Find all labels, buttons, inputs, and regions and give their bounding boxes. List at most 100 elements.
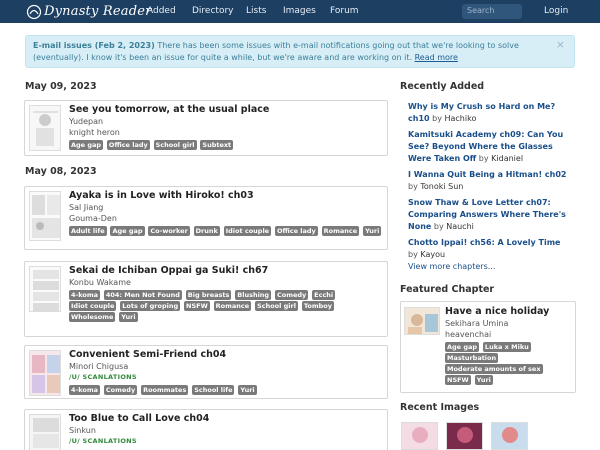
tag-badge[interactable]: Office lady	[106, 140, 150, 150]
alert-read-more-link[interactable]: Read more	[415, 53, 458, 62]
cover-art-icon	[30, 192, 60, 240]
cover-art-icon	[30, 267, 60, 311]
nav-forum[interactable]: Forum	[330, 6, 359, 16]
recent-image-thumbnail[interactable]	[401, 422, 438, 450]
scanlator-logo[interactable]: /U/ SCANLATIONS	[69, 372, 383, 383]
author-name[interactable]: Sekihara Umina	[445, 318, 572, 329]
release-title-link[interactable]: Sekai de Ichiban Oppai ga Suki! ch67	[69, 265, 268, 276]
recent-image-thumbnail[interactable]	[491, 422, 528, 450]
cover-thumbnail[interactable]	[29, 105, 61, 151]
featured-thumbnail[interactable]	[404, 307, 440, 335]
nav-lists[interactable]: Lists	[246, 6, 266, 16]
tag-badge[interactable]: Ecchi	[312, 290, 336, 300]
tag-badge[interactable]: Comedy	[274, 290, 309, 300]
author-name[interactable]: Sal Jiang	[69, 202, 383, 213]
tag-badge[interactable]: Wholesome	[69, 312, 116, 322]
tag-badge[interactable]: Comedy	[103, 385, 138, 395]
release-title-link[interactable]: Too Blue to Call Love ch04	[69, 413, 209, 424]
release-card[interactable]: Convenient Semi-Friend ch04 Minori Chigu…	[24, 345, 388, 399]
tag-badge[interactable]: School girl	[153, 140, 197, 150]
chapter-link[interactable]: I Wanna Quit Being a Hitman! ch02	[408, 170, 566, 179]
tag-badge[interactable]: Yuri	[119, 312, 138, 322]
tag-badge[interactable]: Tomboy	[301, 301, 334, 311]
tag-badge[interactable]: Age gap	[69, 140, 104, 150]
author-link[interactable]: Kidaniel	[491, 154, 523, 163]
tag-badge[interactable]: Age gap	[110, 226, 145, 236]
featured-chapter-card[interactable]: Have a nice holiday Sekihara Umina heave…	[400, 301, 576, 393]
tag-badge[interactable]: Lots of groping	[120, 301, 181, 311]
tag-badge[interactable]: Subtext	[200, 140, 234, 150]
scanlator-logo[interactable]: /U/ SCANLATIONS	[69, 436, 383, 447]
scanlator-name[interactable]: Gouma-Den	[69, 213, 383, 224]
tag-badge[interactable]: Blushing	[235, 290, 272, 300]
recent-image-thumbnail[interactable]	[446, 422, 483, 450]
nav-directory[interactable]: Directory	[192, 6, 233, 16]
tag-badge[interactable]: Co-worker	[148, 226, 190, 236]
author-link[interactable]: Nauchi	[446, 222, 474, 231]
by-label: by	[408, 182, 418, 191]
author-name[interactable]: Konbu Wakame	[69, 277, 383, 288]
tag-badge[interactable]: Yuri	[474, 375, 493, 385]
tag-badge[interactable]: 4-koma	[69, 290, 100, 300]
tag-badge[interactable]: 4-koma	[69, 385, 100, 395]
tag-badge[interactable]: Luka x Miku	[482, 342, 531, 352]
by-label: by	[433, 222, 444, 231]
release-title-link[interactable]: See you tomorrow, at the usual place	[69, 104, 269, 115]
tag-badge[interactable]: Office lady	[274, 226, 318, 236]
tag-badge[interactable]: 404: Men Not Found	[103, 290, 182, 300]
nav-images[interactable]: Images	[283, 6, 316, 16]
tag-badge[interactable]: Age gap	[445, 342, 480, 352]
tag-badge[interactable]: Adult life	[69, 226, 107, 236]
search-input[interactable]: Search	[462, 4, 522, 19]
login-link[interactable]: Login	[544, 6, 568, 16]
tag-badge[interactable]: Idiot couple	[69, 301, 117, 311]
tag-badge[interactable]: NSFW	[445, 375, 471, 385]
release-card[interactable]: See you tomorrow, at the usual place Yud…	[24, 100, 388, 156]
tag-badge[interactable]: Masturbation	[445, 353, 499, 363]
cover-thumbnail[interactable]	[29, 350, 61, 396]
tag-badge[interactable]: NSFW	[184, 301, 210, 311]
author-name[interactable]: Yudepan	[69, 116, 383, 127]
author-link[interactable]: Kayou	[420, 250, 445, 259]
release-card[interactable]: Too Blue to Call Love ch04 Sinkun /U/ SC…	[24, 409, 388, 450]
list-item: I Wanna Quit Being a Hitman! ch02 by Ton…	[408, 169, 568, 193]
scanlator-name[interactable]: knight heron	[69, 127, 383, 138]
chapter-link[interactable]: Why is My Crush so Hard on Me? ch10	[408, 102, 555, 123]
release-title-link[interactable]: Ayaka is in Love with Hiroko! ch03	[69, 190, 254, 201]
brand-logo[interactable]: Dynasty Reader	[26, 2, 152, 21]
tag-badge[interactable]: Romance	[321, 226, 360, 236]
chapter-link[interactable]: Chotto Ippai! ch56: A Lovely Time	[408, 238, 560, 247]
tag-badge[interactable]: Idiot couple	[223, 226, 272, 236]
author-link[interactable]: Hachiko	[444, 114, 476, 123]
chapter-link[interactable]: Snow Thaw & Love Letter ch07: Comparing …	[408, 198, 566, 231]
brand-name: Dynasty Reader	[44, 4, 152, 19]
release-title-link[interactable]: Convenient Semi-Friend ch04	[69, 349, 226, 360]
nav-added[interactable]: Added	[147, 6, 176, 16]
tag-badge[interactable]: Romance	[213, 301, 252, 311]
view-more-chapters-link[interactable]: View more chapters...	[408, 262, 495, 271]
featured-title-link[interactable]: Have a nice holiday	[445, 306, 549, 317]
scanlator-name[interactable]: heavenchai	[445, 329, 572, 340]
date-heading: May 09, 2023	[25, 81, 97, 92]
tag-badge[interactable]: School girl	[255, 301, 298, 311]
cover-thumbnail[interactable]	[29, 191, 61, 241]
tag-badge[interactable]: Moderate amounts of sex	[445, 364, 543, 374]
by-label: by	[408, 250, 418, 259]
author-link[interactable]: Tonoki Sun	[420, 182, 463, 191]
tag-badge[interactable]: Roommates	[141, 385, 189, 395]
cover-thumbnail[interactable]	[29, 414, 61, 450]
release-card[interactable]: Sekai de Ichiban Oppai ga Suki! ch67 Kon…	[24, 261, 388, 337]
release-card[interactable]: Ayaka is in Love with Hiroko! ch03 Sal J…	[24, 186, 388, 250]
tag-badge[interactable]: Drunk	[193, 226, 220, 236]
recently-added-heading: Recently Added	[400, 81, 485, 92]
cover-thumbnail[interactable]	[29, 266, 61, 312]
tag-badge[interactable]: Yuri	[238, 385, 257, 395]
author-name[interactable]: Minori Chigusa	[69, 361, 383, 372]
close-icon[interactable]: ×	[556, 39, 565, 51]
author-name[interactable]: Sinkun	[69, 425, 383, 436]
list-item: Kamitsuki Academy ch09: Can You See? Bey…	[408, 129, 568, 165]
date-heading: May 08, 2023	[25, 166, 97, 177]
tag-badge[interactable]: Big breasts	[185, 290, 232, 300]
tag-badge[interactable]: School life	[192, 385, 235, 395]
tag-badge[interactable]: Yuri	[363, 226, 382, 236]
